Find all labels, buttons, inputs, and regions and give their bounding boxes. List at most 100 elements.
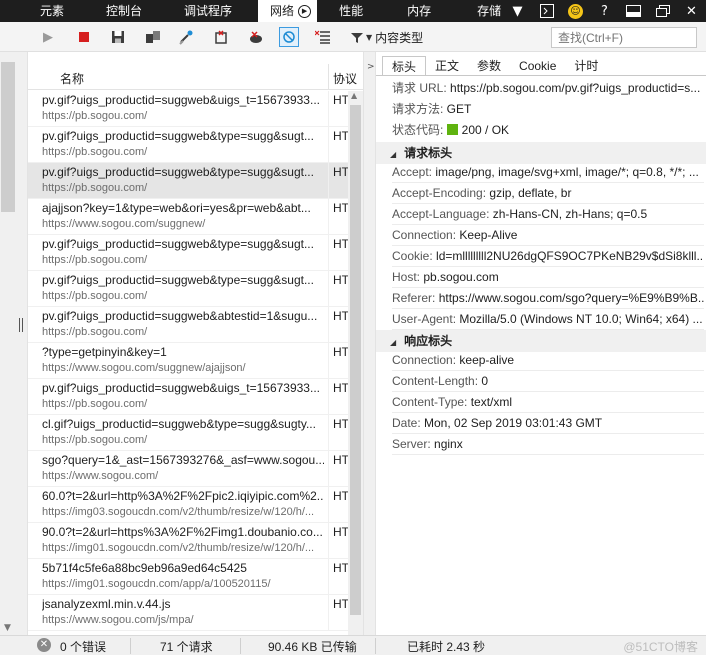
request-name: 5b71f4c5fe6a88bc9eb96a9ed64c5425 (42, 561, 247, 575)
undock-icon[interactable] (648, 0, 677, 22)
request-name: pv.gif?uigs_productid=suggweb&abtestid=1… (42, 309, 318, 323)
dock-icon[interactable] (619, 0, 648, 22)
gutter-scrollbar[interactable] (1, 62, 15, 212)
tab-network-label: 网络 (270, 4, 295, 18)
search-input[interactable] (551, 27, 697, 48)
request-protocol: HT (333, 129, 349, 143)
request-url: https://www.sogou.com/js/mpa/ (42, 614, 194, 626)
status-bar: ✕ 0 个错误 71 个请求 90.46 KB 已传输 已耗时 2.43 秒 @… (0, 635, 706, 655)
table-row[interactable]: sgo?query=1&_ast=1567393276&_asf=www.sog… (28, 451, 349, 487)
details-splitter[interactable]: > (363, 52, 376, 635)
devtools-window: 元素 控制台 调试程序 网络 ▶ 性能 内存 存储 ▼ ☺ ? ✕ ▶ ▼ 内容… (0, 0, 706, 655)
request-url-line: 请求 URL: https://pb.sogou.com/pv.gif?uigs… (392, 81, 701, 95)
table-row[interactable]: pv.gif?uigs_productid=suggweb&type=sugg&… (28, 271, 349, 307)
record-indicator-icon[interactable]: ▶ (298, 4, 312, 18)
response-headers-section[interactable]: ◢ 响应标头 (376, 330, 706, 352)
table-row[interactable]: pv.gif?uigs_productid=suggweb&uigs_t=156… (28, 379, 349, 415)
help-icon[interactable]: ? (590, 0, 619, 22)
content-type-filter[interactable]: ▼ 内容类型 (351, 29, 423, 46)
status-ok-icon (446, 124, 458, 135)
table-row[interactable]: ajajjson?key=1&type=web&ori=yes&pr=web&a… (28, 199, 349, 235)
pane-resize-grip[interactable] (19, 318, 23, 332)
play-icon[interactable]: ▶ (38, 27, 58, 47)
request-protocol: HT (333, 489, 349, 503)
devtools-tab-bar: 元素 控制台 调试程序 网络 ▶ 性能 内存 存储 ▼ ☺ ? ✕ (0, 0, 706, 22)
request-name: pv.gif?uigs_productid=suggweb&uigs_t=156… (42, 93, 320, 107)
clear-session-icon[interactable] (211, 27, 231, 47)
tab-timings[interactable]: 计时 (565, 56, 607, 76)
request-rows: pv.gif?uigs_productid=suggweb&uigs_t=156… (28, 91, 349, 631)
request-protocol: HT (333, 93, 349, 107)
always-refresh-icon[interactable] (279, 27, 299, 47)
close-icon[interactable]: ✕ (677, 0, 706, 22)
error-icon: ✕ (37, 638, 51, 652)
table-row[interactable]: cl.gif?uigs_productid=suggweb&type=sugg&… (28, 415, 349, 451)
tab-debugger[interactable]: 调试程序 (154, 0, 244, 22)
table-row-selected[interactable]: pv.gif?uigs_productid=suggweb&type=sugg&… (28, 163, 349, 199)
request-url: https://img01.sogoucdn.com/v2/thumb/resi… (42, 542, 315, 554)
tab-parameters[interactable]: 参数 (468, 56, 510, 76)
more-tabs-icon[interactable]: ▼ (503, 0, 532, 22)
table-row[interactable]: jsanalyzexml.min.v.44.js https://www.sogo… (28, 595, 349, 631)
chevron-down-icon: ▼ (366, 33, 373, 42)
clear-cache-icon[interactable] (176, 27, 196, 47)
clear-cookies-icon[interactable] (246, 27, 266, 47)
request-url: https://pb.sogou.com/ (42, 326, 148, 338)
chevron-right-icon[interactable]: > (367, 62, 375, 72)
table-row[interactable]: pv.gif?uigs_productid=suggweb&uigs_t=156… (28, 91, 349, 127)
feedback-smiley-icon[interactable]: ☺ (561, 0, 590, 22)
column-divider[interactable] (328, 64, 329, 90)
table-row[interactable]: pv.gif?uigs_productid=suggweb&abtestid=1… (28, 307, 349, 343)
save-icon[interactable] (108, 27, 128, 47)
clear-entries-icon[interactable] (313, 27, 333, 47)
request-name: pv.gif?uigs_productid=suggweb&type=sugg&… (42, 165, 314, 179)
header-row: Accept: image/png, image/svg+xml, image/… (392, 162, 704, 183)
header-row: Accept-Language: zh-Hans-CN, zh-Hans; q=… (392, 204, 704, 225)
tab-console[interactable]: 控制台 (76, 0, 154, 22)
table-row[interactable]: pv.gif?uigs_productid=suggweb&type=sugg&… (28, 235, 349, 271)
request-count: 71 个请求 (160, 640, 213, 654)
request-protocol: HT (333, 453, 349, 467)
left-gutter: ▼ (0, 52, 28, 635)
header-row: Server: nginx (392, 434, 704, 455)
table-row[interactable]: 60.0?t=2&url=http%3A%2F%2Fpic2.iqiyipic.… (28, 487, 349, 523)
table-row[interactable]: 5b71f4c5fe6a88bc9eb96a9ed64c5425 https://… (28, 559, 349, 595)
request-url: https://img03.sogoucdn.com/v2/thumb/resi… (42, 506, 315, 518)
header-row: Referer: https://www.sogou.com/sgo?query… (392, 288, 704, 309)
import-icon[interactable] (143, 27, 163, 47)
tab-performance[interactable]: 性能 (317, 0, 375, 22)
scrollbar-thumb[interactable] (350, 105, 361, 615)
stop-icon[interactable] (74, 27, 94, 47)
tab-headers[interactable]: 标头 (382, 56, 427, 76)
request-name: ?type=getpinyin&key=1 (42, 345, 167, 359)
tab-body[interactable]: 正文 (426, 56, 468, 76)
request-url: https://pb.sogou.com/ (42, 182, 148, 194)
tab-cookies[interactable]: Cookie (510, 56, 565, 76)
request-name: pv.gif?uigs_productid=suggweb&type=sugg&… (42, 129, 314, 143)
request-headers-title: 请求标头 (404, 146, 453, 160)
table-row[interactable]: ?type=getpinyin&key=1 https://www.sogou.c… (28, 343, 349, 379)
status-code-line: 状态代码: 200 / OK (392, 123, 510, 137)
request-url: https://pb.sogou.com/ (42, 434, 148, 446)
tab-network[interactable]: 网络 ▶ (258, 0, 318, 22)
request-name: sgo?query=1&_ast=1567393276&_asf=www.sog… (42, 453, 324, 467)
request-url: https://pb.sogou.com/ (42, 398, 148, 410)
request-protocol: HT (333, 237, 349, 251)
scroll-up-icon[interactable]: ▲ (351, 91, 357, 100)
header-row: Date: Mon, 02 Sep 2019 03:01:43 GMT (392, 413, 704, 434)
column-name-header[interactable]: 名称 (60, 70, 84, 87)
console-toggle-icon[interactable] (532, 0, 561, 22)
table-row[interactable]: pv.gif?uigs_productid=suggweb&type=sugg&… (28, 127, 349, 163)
scroll-down-icon[interactable]: ▼ (4, 623, 11, 633)
table-row[interactable]: 90.0?t=2&url=https%3A%2F%2Fimg1.doubanio… (28, 523, 349, 559)
request-list-scrollbar[interactable]: ▲ (348, 91, 363, 635)
column-protocol-header[interactable]: 协议 (333, 70, 357, 87)
request-url-value: https://pb.sogou.com/pv.gif?uigs_product… (450, 81, 701, 95)
tab-memory[interactable]: 内存 (375, 0, 443, 22)
request-url: https://www.sogou.com/suggnew/ (42, 218, 206, 230)
request-headers-section[interactable]: ◢ 请求标头 (376, 142, 706, 164)
tab-elements[interactable]: 元素 (0, 0, 76, 22)
request-url: https://pb.sogou.com/ (42, 254, 148, 266)
response-headers-title: 响应标头 (404, 334, 453, 348)
request-protocol: HT (333, 381, 349, 395)
